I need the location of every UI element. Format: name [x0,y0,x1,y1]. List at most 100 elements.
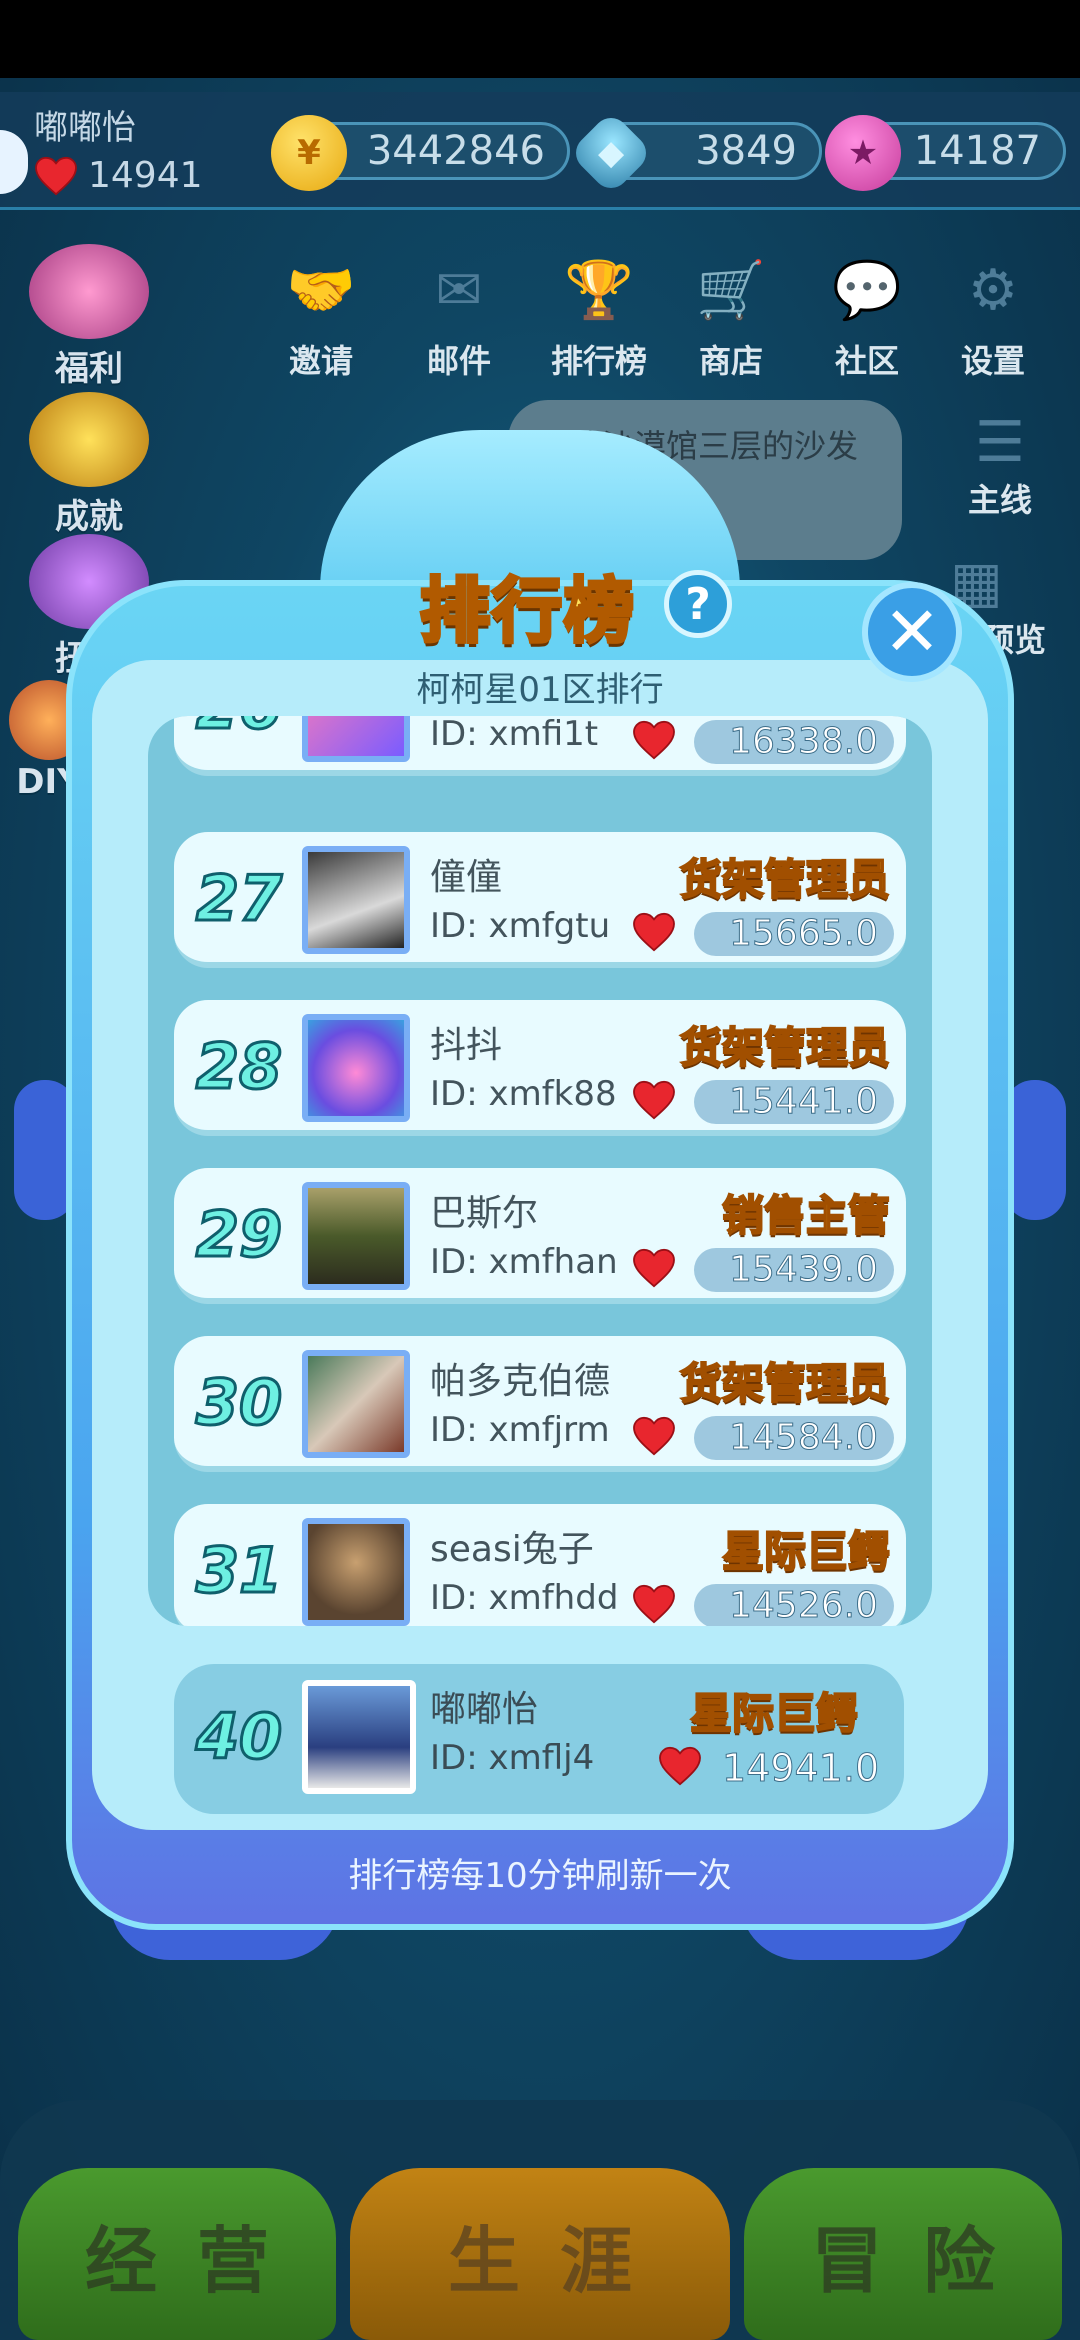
avatar [302,1518,410,1626]
manage-button[interactable]: 经营 [18,2168,336,2340]
ranking-row[interactable]: 28 抖抖 ID: xmfk88 货架管理员 15441.0 [174,1000,906,1136]
help-button[interactable]: ? [664,570,732,638]
rank-number: 28 [194,1029,283,1105]
nav-community[interactable]: 💬 社区 [812,250,922,382]
player-name: 嘟嘟怡 [34,108,136,148]
handshake-icon: 🤝 [286,258,356,323]
heart-icon [632,1248,676,1288]
button-label: 冒险 [810,2218,1035,2303]
right-item-label: 主线 [967,481,1032,519]
heart-icon [658,1746,702,1786]
status-bar [0,0,1080,78]
nav-mail[interactable]: ✉ 邮件 [404,250,514,382]
star-medal-icon [29,392,149,487]
heart-icon [632,1080,676,1120]
player-id: ID: xmfi1t [430,716,599,754]
nav-label: 排行榜 [550,342,647,380]
title-badge: 货架管理员 [679,1022,891,1073]
nav-invite[interactable]: 🤝 邀请 [266,250,376,382]
player-id: ID: xmfjrm [430,1410,610,1450]
heart-icon [632,1416,676,1456]
leaderboard-subtitle: 柯柯星01区排行 [416,670,664,710]
my-ranking-row: 40 嘟嘟怡 ID: xmflj4 星际巨鳄 14941.0 [174,1664,904,1814]
title-badge: 货架管理员 [679,854,891,905]
button-label: 生涯 [447,2218,672,2303]
ranking-row[interactable]: 27 僮僮 ID: xmfgtu 货架管理员 15665.0 [174,832,906,968]
cart-icon: 🛒 [696,258,766,323]
refresh-note: 排行榜每10分钟刷新一次 [348,1856,732,1896]
chat-bubble-icon: 💬 [832,258,902,323]
career-button[interactable]: 生涯 [350,2168,730,2340]
heart-icon [632,720,676,760]
leaderboard-title: 排行榜 [418,568,636,654]
rank-number: 30 [194,1365,283,1441]
gem-counter[interactable]: ◆ 3849 [568,110,822,196]
heart-icon [632,1584,676,1624]
nav-label: 设置 [960,342,1025,380]
avatar [302,1014,410,1122]
gear-icon: ⚙ [967,257,1019,323]
adventure-button[interactable]: 冒险 [744,2168,1062,2340]
player-hearts-value: 14941 [88,155,203,196]
avatar [302,716,410,762]
heart-icon [34,156,78,196]
score-value: 14584.0 [694,1416,894,1460]
avatar [302,1350,410,1458]
title-badge: 货架管理员 [679,1358,891,1409]
list-icon: ☰ [974,410,1026,475]
nav-leaderboard[interactable]: 🏆 排行榜 [534,250,664,382]
side-item-label: 成就 [55,497,123,537]
rank-number: 31 [194,1533,283,1609]
gold-coin-icon: ¥ [271,115,347,191]
player-name: seasi兔子 [430,1529,594,1570]
player-name: 抖抖 [430,1025,503,1066]
rank-number: 40 [194,1699,283,1775]
player-name: 帕多克伯德 [430,1361,611,1402]
pink-token-counter[interactable]: ★ 14187 [825,115,1066,191]
nav-label: 商店 [698,342,763,380]
button-label: 经营 [84,2218,309,2303]
player-name: 嘟嘟怡 [430,1689,539,1730]
score-value: 15441.0 [694,1080,894,1124]
gold-coin-value: 3442846 [366,128,545,174]
pink-token-value: 14187 [913,128,1041,174]
mail-icon: ✉ [435,257,483,323]
rank-number: 26 [184,716,294,745]
nav-label: 社区 [834,342,899,380]
score-value: 15439.0 [694,1248,894,1292]
gift-box-icon [29,244,149,339]
player-id: ID: xmfhan [430,1242,618,1282]
nav-label: 邮件 [426,342,491,380]
ranking-list[interactable]: 26 ID: xmfi1t 16338.0 27 僮僮 ID: xmfgtu 货… [148,716,932,1626]
side-item-welfare[interactable]: 福利 [24,244,154,390]
player-id: ID: xmflj4 [430,1738,595,1778]
ranking-row[interactable]: 31 seasi兔子 ID: xmfhdd 星际巨鳄 14526.0 [174,1504,906,1626]
gold-coin-counter[interactable]: ¥ 3442846 [271,115,570,191]
player-name: 巴斯尔 [430,1193,539,1234]
ranking-row[interactable]: 30 帕多克伯德 ID: xmfjrm 货架管理员 14584.0 [174,1336,906,1472]
score-value: 16338.0 [694,720,894,764]
title-badge: 星际巨鳄 [721,1526,891,1577]
player-id: ID: xmfk88 [430,1074,617,1114]
score-value: 14941.0 [721,1746,880,1791]
player-hearts: 14941 [34,155,203,196]
avatar [302,846,410,954]
ranking-row[interactable]: 26 ID: xmfi1t 16338.0 [174,716,906,776]
title-badge: 星际巨鳄 [689,1688,859,1739]
nav-shop[interactable]: 🛒 商店 [676,250,786,382]
grid-icon: ▦ [950,550,1003,615]
player-id: ID: xmfgtu [430,906,611,946]
rank-number: 29 [194,1197,283,1273]
rank-number: 27 [194,861,283,937]
score-value: 15665.0 [694,912,894,956]
side-item-achievement[interactable]: 成就 [24,392,154,538]
right-item-mainline[interactable]: ☰ 主线 [940,410,1060,521]
ranking-row[interactable]: 29 巴斯尔 ID: xmfhan 销售主管 15439.0 [174,1168,906,1304]
pink-token-icon: ★ [825,115,901,191]
trophy-icon: 🏆 [564,258,634,323]
gem-value: 3849 [695,128,797,174]
nav-settings[interactable]: ⚙ 设置 [938,250,1048,382]
player-name: 僮僮 [430,857,503,898]
avatar [302,1680,416,1794]
heart-icon [632,912,676,952]
